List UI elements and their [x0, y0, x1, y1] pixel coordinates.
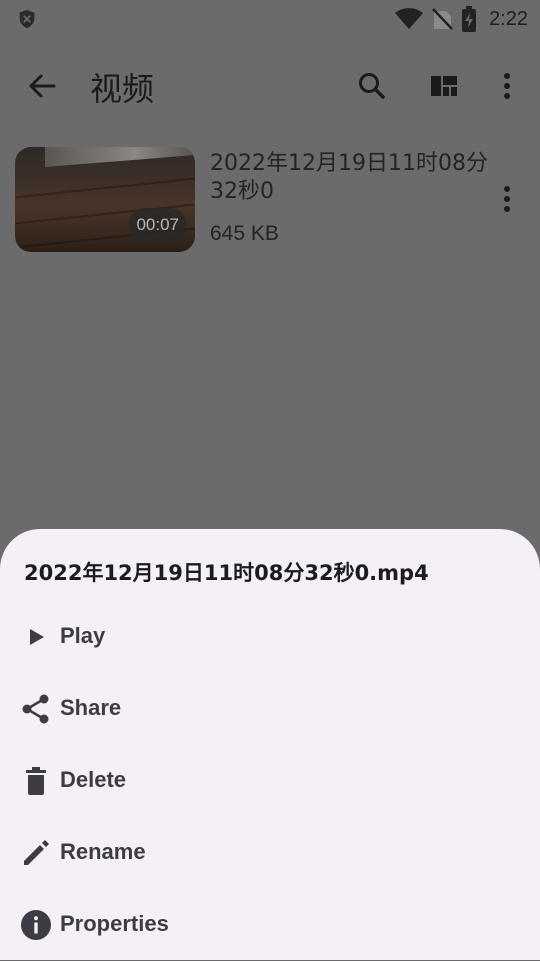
video-thumbnail[interactable]: 00:07 — [15, 147, 195, 252]
app-bar: 视频 — [0, 46, 540, 122]
menu-item-play[interactable]: Play — [0, 601, 540, 673]
sheet-title: 2022年12月19日11时08分32秒0.mp4 — [24, 561, 429, 585]
layout-icon[interactable] — [424, 66, 464, 106]
menu-item-delete[interactable]: Delete — [0, 745, 540, 817]
status-time: 2:22 — [489, 7, 528, 30]
shield-icon — [19, 9, 35, 29]
page-title: 视频 — [90, 70, 155, 108]
video-size: 645 KB — [210, 222, 279, 245]
search-icon[interactable] — [352, 66, 392, 106]
menu-item-properties[interactable]: Properties — [0, 889, 540, 961]
thumbnail-wall — [45, 147, 195, 167]
edit-icon — [24, 840, 49, 865]
menu-item-label: Share — [60, 695, 122, 720]
thumbnail-floor-line — [15, 177, 195, 199]
menu-item-label: Delete — [60, 767, 127, 792]
menu-item-rename[interactable]: Rename — [0, 817, 540, 889]
duration-badge: 00:07 — [128, 208, 187, 242]
share-icon — [22, 694, 49, 724]
status-bar: 2:22 — [0, 0, 540, 38]
video-name: 2022年12月19日11时08分32秒0 — [210, 151, 488, 204]
more-vert-icon[interactable] — [492, 182, 522, 216]
menu-item-label: Play — [60, 623, 106, 648]
menu-item-label: Rename — [60, 839, 146, 864]
menu-item-label: Properties — [60, 911, 169, 936]
battery-charging-icon — [462, 6, 477, 32]
play-icon — [30, 629, 44, 645]
bottom-sheet: 2022年12月19日11时08分32秒0.mp4 Play Share Del… — [0, 529, 540, 960]
info-icon — [21, 910, 51, 940]
list-item[interactable]: 00:07 2022年12月19日11时08分32秒0 645 KB — [0, 140, 540, 260]
wifi-icon — [395, 8, 424, 29]
no-sim-icon — [432, 8, 453, 30]
back-arrow-icon[interactable] — [22, 66, 62, 106]
delete-icon — [26, 767, 46, 795]
more-vert-icon[interactable] — [492, 66, 522, 106]
menu-item-share[interactable]: Share — [0, 673, 540, 745]
